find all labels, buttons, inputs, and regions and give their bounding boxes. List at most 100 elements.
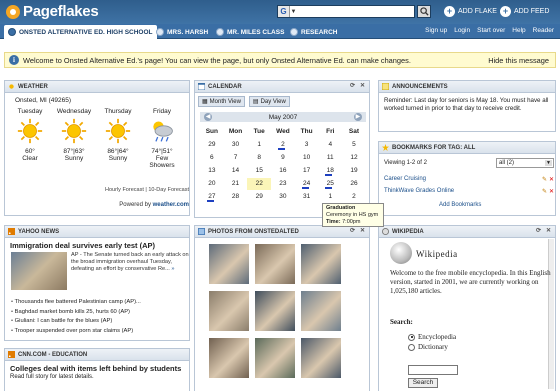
more-arrow-icon[interactable]: »: [171, 266, 174, 272]
calendar-day[interactable]: 3: [295, 139, 319, 151]
calendar-day[interactable]: 30: [224, 139, 248, 151]
calendar-day[interactable]: 26: [342, 178, 366, 190]
calendar-day[interactable]: 15: [247, 165, 271, 177]
google-icon[interactable]: G: [278, 6, 290, 17]
photo-thumbnail[interactable]: [301, 244, 341, 284]
list-item[interactable]: Trooper suspended over porn star claims …: [11, 327, 191, 337]
event-marker[interactable]: [325, 173, 333, 176]
forecast-links[interactable]: Hourly Forecast | 10-Day Forecast: [13, 187, 189, 193]
tab-research[interactable]: RESEARCH: [286, 25, 341, 39]
weather-com-link[interactable]: weather.com: [153, 202, 189, 208]
reader-link[interactable]: Reader: [533, 27, 554, 34]
login-link[interactable]: Login: [454, 27, 470, 34]
bookmark-link[interactable]: ThinkWave Grades Online: [384, 188, 454, 195]
pageflakes-logo[interactable]: Pageflakes: [6, 3, 99, 20]
calendar-day[interactable]: 2: [342, 191, 366, 203]
news-thumbnail[interactable]: [11, 252, 67, 290]
close-icon[interactable]: ✕: [359, 228, 366, 235]
event-marker[interactable]: [207, 199, 214, 202]
calendar-day[interactable]: 29: [200, 139, 224, 151]
calendar-day[interactable]: 30: [271, 191, 295, 203]
calendar-day[interactable]: 2: [271, 139, 295, 151]
photo-thumbnail[interactable]: [255, 291, 295, 331]
photo-thumbnail[interactable]: [209, 291, 249, 331]
calendar-day[interactable]: 28: [224, 191, 248, 203]
calendar-day[interactable]: 8: [247, 152, 271, 164]
flake-titlebar[interactable]: YAHOO NEWS: [5, 226, 189, 238]
calendar-day[interactable]: 14: [224, 165, 248, 177]
tag-select[interactable]: all (2) ▼: [496, 158, 554, 168]
calendar-day[interactable]: 25: [318, 178, 342, 190]
list-item[interactable]: Thousands flee battered Palestinian camp…: [11, 298, 191, 308]
add-bookmarks-link[interactable]: Add Bookmarks: [439, 202, 481, 208]
add-feed-button[interactable]: + ADD FEED: [500, 6, 549, 17]
calendar-day[interactable]: 27: [200, 191, 224, 203]
flake-titlebar[interactable]: ANNOUNCEMENTS: [379, 81, 555, 93]
chevron-down-icon[interactable]: ▼: [290, 9, 297, 15]
photo-thumbnail[interactable]: [301, 338, 341, 378]
flake-titlebar[interactable]: WIKIPEDIA ⟳ ✕: [379, 226, 555, 238]
bookmark-item[interactable]: ThinkWave Grades Online ✎ ✕: [384, 188, 554, 195]
add-flake-button[interactable]: + ADD FLAKE: [444, 6, 497, 17]
prev-month-icon[interactable]: ◀: [204, 113, 212, 121]
refresh-icon[interactable]: ⟳: [349, 228, 356, 235]
wikipedia-search-input[interactable]: [408, 365, 458, 375]
calendar-day[interactable]: 22: [247, 177, 272, 190]
flake-titlebar[interactable]: BOOKMARKS FOR TAG: ALL: [379, 142, 555, 154]
news-headline[interactable]: Colleges deal with items left behind by …: [5, 361, 189, 373]
photo-thumbnail[interactable]: [301, 291, 341, 331]
day-view-button[interactable]: ▤ Day View: [248, 96, 290, 107]
calendar-day[interactable]: 18: [318, 165, 342, 177]
calendar-day[interactable]: 17: [295, 165, 319, 177]
dictionary-radio[interactable]: Dictionary: [408, 343, 448, 351]
start-over-link[interactable]: Start over: [477, 27, 505, 34]
encyclopedia-radio[interactable]: Encyclopedia: [408, 333, 456, 341]
flake-titlebar[interactable]: CNN.COM - EDUCATION: [5, 349, 189, 361]
calendar-day[interactable]: 9: [271, 152, 295, 164]
news-headline[interactable]: Immigration deal survives early test (AP…: [5, 238, 189, 250]
scrollbar[interactable]: [548, 239, 554, 389]
close-icon[interactable]: ✕: [359, 83, 366, 90]
edit-icon[interactable]: ✎: [542, 177, 547, 183]
tab-mr-miles-class[interactable]: MR. MILES CLASS: [212, 25, 288, 39]
calendar-day[interactable]: 12: [342, 152, 366, 164]
calendar-day[interactable]: 16: [271, 165, 295, 177]
event-marker[interactable]: [278, 147, 286, 150]
next-month-icon[interactable]: ▶: [353, 113, 362, 121]
month-view-button[interactable]: ▦ Month View: [198, 96, 245, 107]
calendar-day[interactable]: 7: [224, 152, 248, 164]
bookmark-item[interactable]: Career Cruising ✎ ✕: [384, 176, 554, 183]
delete-icon[interactable]: ✕: [549, 177, 554, 183]
refresh-icon[interactable]: ⟳: [349, 83, 356, 90]
calendar-day[interactable]: 31: [295, 191, 319, 203]
refresh-icon[interactable]: ⟳: [535, 228, 542, 235]
calendar-day[interactable]: 13: [200, 165, 224, 177]
flake-titlebar[interactable]: WEATHER: [5, 81, 189, 93]
wikipedia-search-button[interactable]: Search: [408, 378, 438, 388]
event-marker[interactable]: [325, 186, 333, 189]
search-input[interactable]: [297, 6, 414, 17]
help-link[interactable]: Help: [512, 27, 525, 34]
bookmark-link[interactable]: Career Cruising: [384, 176, 426, 183]
search-button[interactable]: [417, 5, 431, 18]
photo-thumbnail[interactable]: [209, 338, 249, 378]
hide-message-link[interactable]: Hide this message: [488, 56, 549, 65]
calendar-day[interactable]: 21: [224, 178, 248, 190]
calendar-day[interactable]: 5: [342, 139, 366, 151]
list-item[interactable]: Giuliani: I can battle for the blues (AP…: [11, 317, 191, 327]
calendar-day[interactable]: 20: [200, 178, 224, 190]
event-marker[interactable]: [301, 186, 309, 189]
photo-thumbnail[interactable]: [255, 338, 295, 378]
sign-up-link[interactable]: Sign up: [425, 27, 447, 34]
photo-thumbnail[interactable]: [255, 244, 295, 284]
calendar-day[interactable]: 4: [318, 139, 342, 151]
edit-icon[interactable]: ✎: [542, 189, 547, 195]
delete-icon[interactable]: ✕: [549, 189, 554, 195]
calendar-day[interactable]: 29: [247, 191, 271, 203]
calendar-day[interactable]: 10: [295, 152, 319, 164]
calendar-day[interactable]: 23: [271, 178, 295, 190]
photo-thumbnail[interactable]: [209, 244, 249, 284]
tab-onsted-alternative[interactable]: ONSTED ALTERNATIVE ED. HIGH SCHOOL: [4, 25, 157, 39]
calendar-day[interactable]: 11: [318, 152, 342, 164]
calendar-day[interactable]: 1: [247, 139, 271, 151]
